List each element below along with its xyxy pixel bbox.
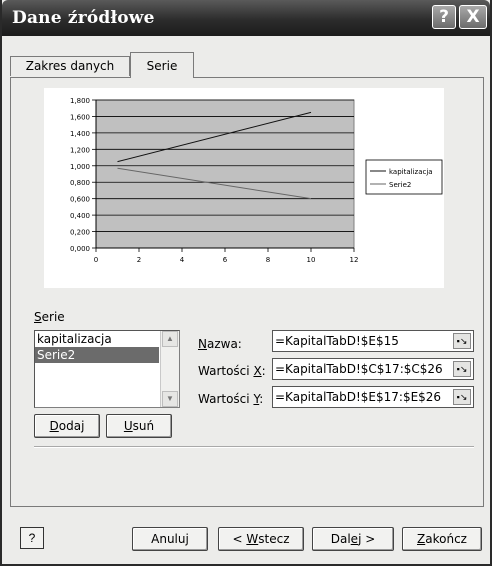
cancel-button[interactable]: Anuluj	[132, 527, 208, 551]
x-tick-label: 12	[350, 256, 359, 264]
y-tick-label: 1,400	[70, 130, 90, 138]
series-listbox[interactable]: kapitalizacja Serie2 ▲ ▼	[34, 330, 180, 408]
x-tick-label: 8	[266, 256, 270, 264]
x-values-input[interactable]	[275, 361, 445, 377]
chart-preview: 0,000 0,200 0,400 0,600 0,800 1,000 1,200 1,400…	[44, 88, 444, 288]
x-tick-label: 6	[223, 256, 228, 264]
name-label: Nazwa:	[198, 337, 242, 351]
remove-series-button[interactable]: Usuń	[106, 414, 172, 438]
y-values-field[interactable]: ▪↘	[272, 386, 474, 408]
finish-button[interactable]: Zakończ	[402, 527, 482, 551]
legend-label: kapitalizacja	[389, 168, 433, 176]
collapse-dialog-icon[interactable]: ▪↘	[453, 333, 471, 349]
y-tick-label: 0,600	[70, 196, 90, 204]
help-icon[interactable]: ?	[20, 527, 44, 549]
x-tick-label: 4	[180, 256, 185, 264]
list-item[interactable]: Serie2	[35, 347, 159, 363]
y-tick-label: 1,200	[70, 146, 90, 154]
y-tick-label: 0,400	[70, 212, 90, 220]
list-item[interactable]: kapitalizacja	[35, 331, 159, 347]
y-values-input[interactable]	[275, 389, 445, 405]
tab-data-range[interactable]: Zakres danych	[10, 56, 130, 76]
close-title-button[interactable]: X	[459, 5, 487, 29]
series-section-label: Serie	[34, 310, 65, 324]
y-tick-label: 0,800	[70, 179, 90, 187]
name-field[interactable]: ▪↘	[272, 330, 474, 352]
y-tick-label: 0,000	[70, 245, 90, 253]
add-series-button[interactable]: Dodaj	[34, 414, 100, 438]
y-tick-label: 1,800	[70, 97, 90, 105]
y-values-label: Wartości Y:	[198, 392, 264, 406]
legend-label: Serie2	[389, 181, 411, 189]
x-tick-label: 2	[137, 256, 141, 264]
collapse-dialog-icon[interactable]: ▪↘	[453, 389, 471, 405]
dialog-window: Dane źródłowe ? X Zakres danych Serie 0,…	[0, 0, 492, 566]
x-values-label: Wartości X:	[198, 364, 266, 378]
back-button[interactable]: < Wstecz	[218, 527, 304, 551]
x-tick-label: 0	[94, 256, 98, 264]
line-chart: 0,000 0,200 0,400 0,600 0,800 1,000 1,200 1,400…	[70, 97, 443, 264]
y-tick-label: 1,600	[70, 113, 90, 121]
y-tick-label: 0,200	[70, 229, 90, 237]
separator	[34, 446, 474, 448]
scroll-up-icon[interactable]: ▲	[162, 331, 178, 347]
tab-series[interactable]: Serie	[130, 52, 194, 78]
scroll-down-icon[interactable]: ▼	[162, 391, 178, 407]
x-values-field[interactable]: ▪↘	[272, 358, 474, 380]
help-title-button[interactable]: ?	[432, 5, 456, 29]
name-input[interactable]	[275, 333, 445, 349]
x-tick-label: 10	[307, 256, 316, 264]
listbox-scrollbar[interactable]: ▲ ▼	[160, 331, 179, 407]
title-bar[interactable]: Dane źródłowe ? X	[2, 0, 490, 36]
plot-area	[95, 99, 355, 249]
dialog-title: Dane źródłowe	[12, 8, 155, 28]
collapse-dialog-icon[interactable]: ▪↘	[453, 361, 471, 377]
next-button[interactable]: Dalej >	[312, 527, 394, 551]
y-tick-label: 1,000	[70, 163, 90, 171]
